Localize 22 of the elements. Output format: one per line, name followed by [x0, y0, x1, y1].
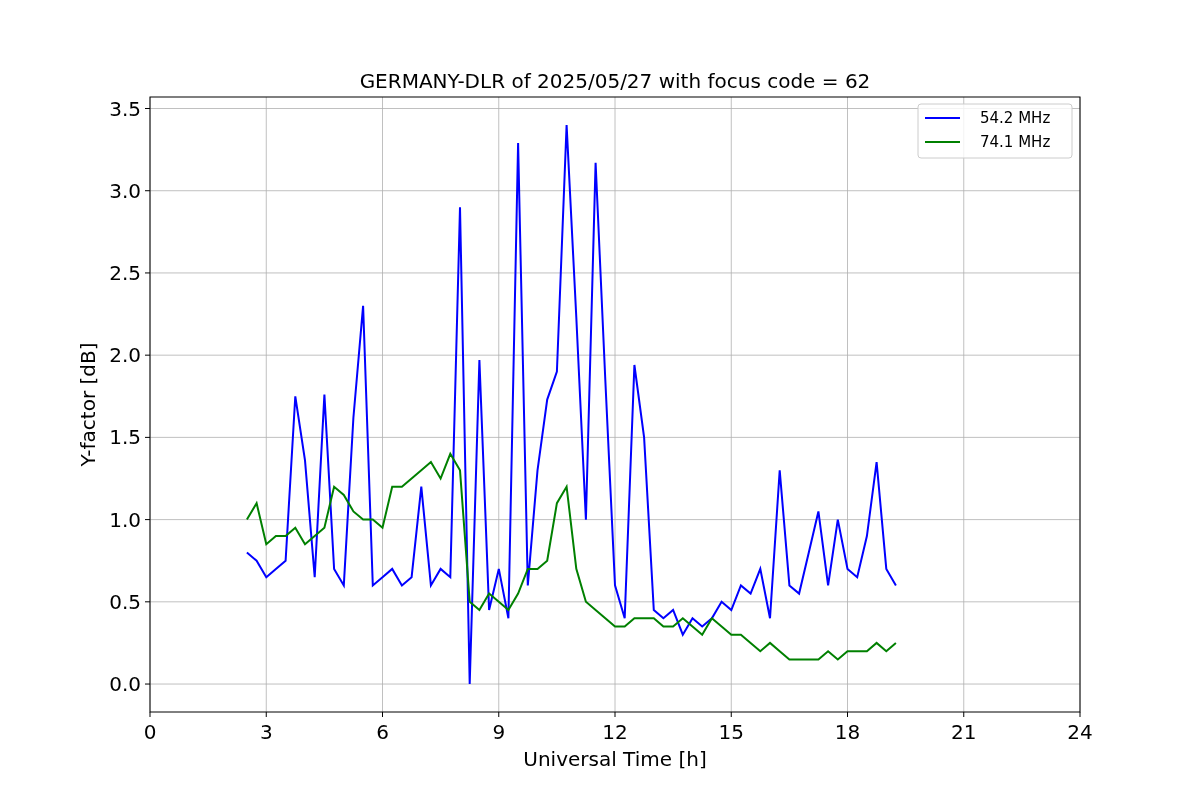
legend-label: 74.1 MHz	[980, 133, 1051, 151]
x-tick-label: 6	[376, 720, 389, 744]
y-tick-label: 3.5	[109, 96, 141, 121]
y-axis-label: Y-factor [dB]	[76, 342, 100, 467]
y-tick-label: 0.5	[109, 589, 141, 614]
y-tick-label: 0.0	[109, 672, 141, 697]
x-axis-label: Universal Time [h]	[523, 747, 707, 771]
y-tick-label: 1.0	[109, 507, 141, 532]
x-tick-label: 21	[951, 720, 977, 744]
x-tick-label: 0	[143, 720, 157, 744]
chart-title: GERMANY-DLR of 2025/05/27 with focus code = 62	[359, 69, 871, 93]
x-tick-label: 15	[718, 720, 744, 744]
y-tick-label: 2.0	[109, 343, 141, 368]
x-tick-label: 24	[1067, 720, 1093, 744]
x-tick-label: 9	[492, 720, 506, 744]
x-tick-label: 3	[259, 720, 273, 744]
y-tick-label: 3.0	[109, 178, 141, 203]
y-tick-label: 2.5	[109, 260, 141, 285]
legend-label: 54.2 MHz	[980, 109, 1051, 127]
x-tick-label: 12	[602, 720, 628, 744]
x-tick-label: 18	[834, 720, 861, 744]
y-tick-label: 1.5	[109, 425, 141, 450]
